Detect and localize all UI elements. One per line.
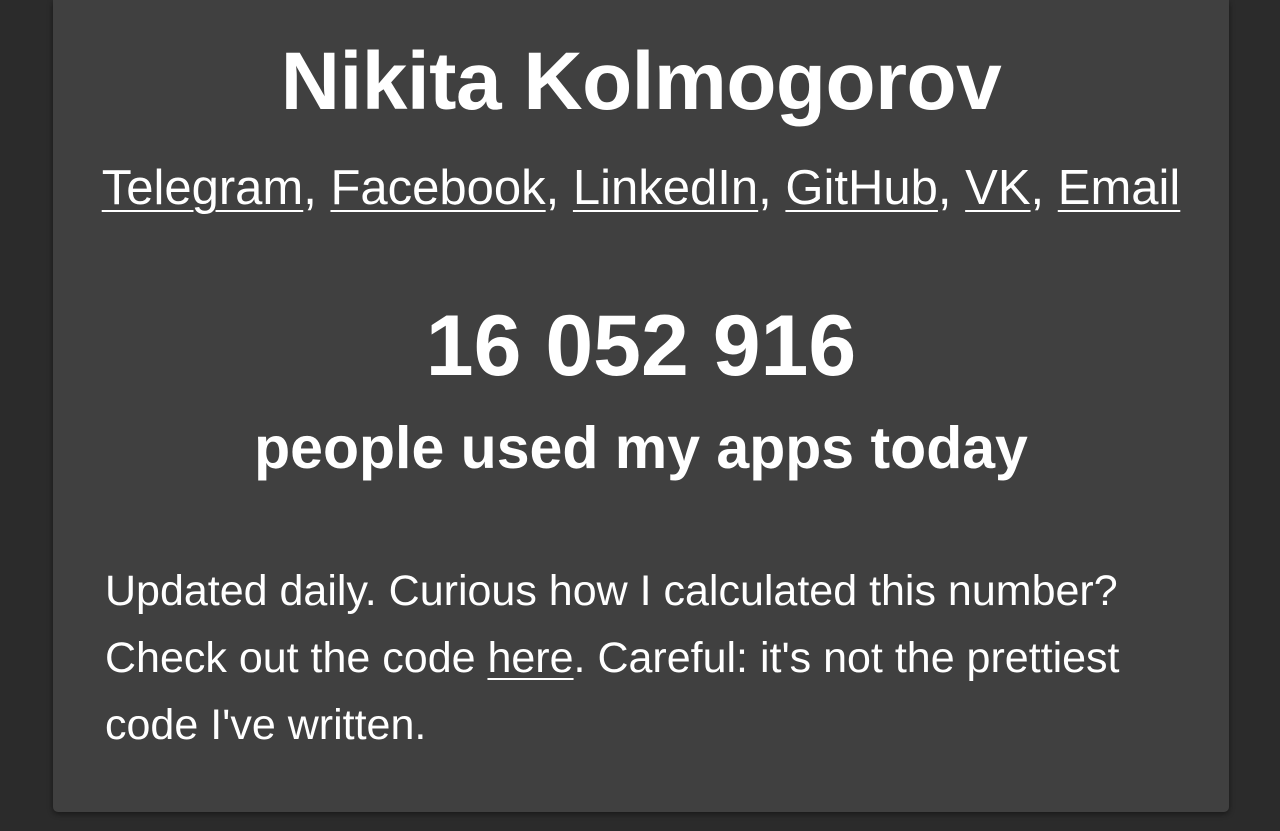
users-count: 16 052 916 xyxy=(425,298,857,394)
link-separator: , xyxy=(545,161,573,215)
page-title: Nikita Kolmogorov xyxy=(280,36,1002,127)
github-link[interactable]: GitHub xyxy=(785,161,938,215)
social-links: Telegram, Facebook, LinkedIn, GitHub, VK… xyxy=(53,158,1229,218)
link-separator: , xyxy=(303,161,331,215)
email-link[interactable]: Email xyxy=(1058,161,1181,215)
code-link[interactable]: here xyxy=(487,634,573,682)
link-separator: , xyxy=(1030,161,1058,215)
vk-link[interactable]: VK xyxy=(965,161,1030,215)
link-separator: , xyxy=(758,161,786,215)
update-note: Updated daily. Curious how I calculated … xyxy=(105,558,1195,759)
facebook-link[interactable]: Facebook xyxy=(330,161,545,215)
link-separator: , xyxy=(937,161,966,215)
users-count-caption: people used my apps today xyxy=(254,415,1028,481)
profile-card: Nikita Kolmogorov Telegram, Facebook, Li… xyxy=(53,0,1229,812)
linkedin-link[interactable]: LinkedIn xyxy=(573,161,758,215)
telegram-link[interactable]: Telegram xyxy=(102,161,304,215)
